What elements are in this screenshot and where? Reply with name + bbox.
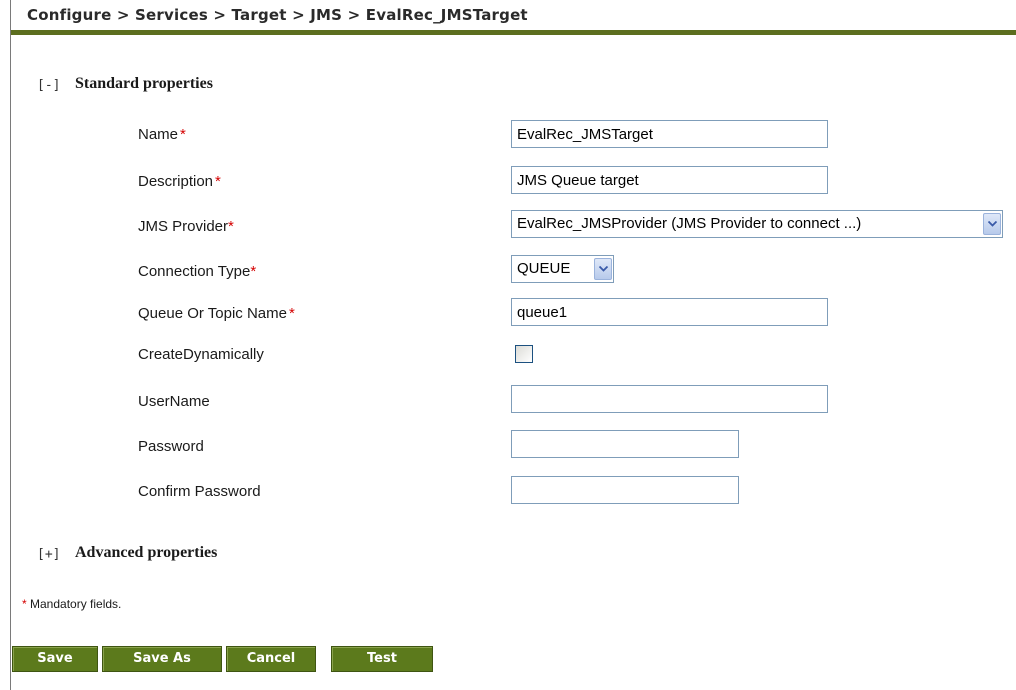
jms-provider-label: JMS Provider* — [138, 218, 234, 235]
jms-provider-select[interactable]: EvalRec_JMSProvider (JMS Provider to con… — [511, 210, 1003, 238]
connection-type-selected-value: QUEUE — [517, 260, 571, 277]
breadcrumb-text: Configure > Services > Target > JMS > Ev… — [27, 6, 528, 24]
queue-topic-name-input[interactable] — [511, 298, 828, 326]
advanced-properties-title[interactable]: Advanced properties — [75, 544, 217, 562]
connection-type-select[interactable]: QUEUE — [511, 255, 614, 283]
required-mark: * — [228, 218, 234, 235]
name-label: Name * — [138, 126, 186, 143]
confirm-password-label: Confirm Password — [138, 483, 261, 500]
queue-topic-name-label: Queue Or Topic Name * — [138, 305, 295, 322]
connection-type-label: Connection Type* — [138, 263, 257, 280]
standard-properties-collapse-toggle[interactable]: [-] — [37, 78, 60, 93]
advanced-properties-expand-toggle[interactable]: [+] — [37, 547, 60, 562]
password-label: Password — [138, 438, 204, 455]
create-dynamically-checkbox[interactable] — [515, 345, 533, 363]
cancel-button[interactable]: Cancel — [226, 646, 316, 672]
username-input[interactable] — [511, 385, 828, 413]
password-input[interactable] — [511, 430, 739, 458]
required-mark: * — [250, 263, 257, 280]
save-button[interactable]: Save — [12, 646, 98, 672]
name-input[interactable] — [511, 120, 828, 148]
required-mark: * — [288, 305, 295, 322]
breadcrumb: Configure > Services > Target > JMS > Ev… — [11, 0, 1016, 35]
username-label: UserName — [138, 393, 210, 410]
confirm-password-input[interactable] — [511, 476, 739, 504]
description-label: Description * — [138, 173, 221, 190]
chevron-down-icon[interactable] — [983, 213, 1001, 235]
mandatory-fields-note: * Mandatory fields. — [22, 597, 122, 611]
create-dynamically-label: CreateDynamically — [138, 346, 264, 363]
required-mark: * — [215, 173, 221, 190]
description-input[interactable] — [511, 166, 828, 194]
required-mark: * — [180, 126, 186, 143]
test-button[interactable]: Test — [331, 646, 433, 672]
chevron-down-icon[interactable] — [594, 258, 612, 280]
jms-provider-selected-value: EvalRec_JMSProvider (JMS Provider to con… — [517, 215, 862, 232]
save-as-button[interactable]: Save As — [102, 646, 222, 672]
left-border — [10, 0, 11, 690]
standard-properties-title: Standard properties — [75, 75, 213, 92]
